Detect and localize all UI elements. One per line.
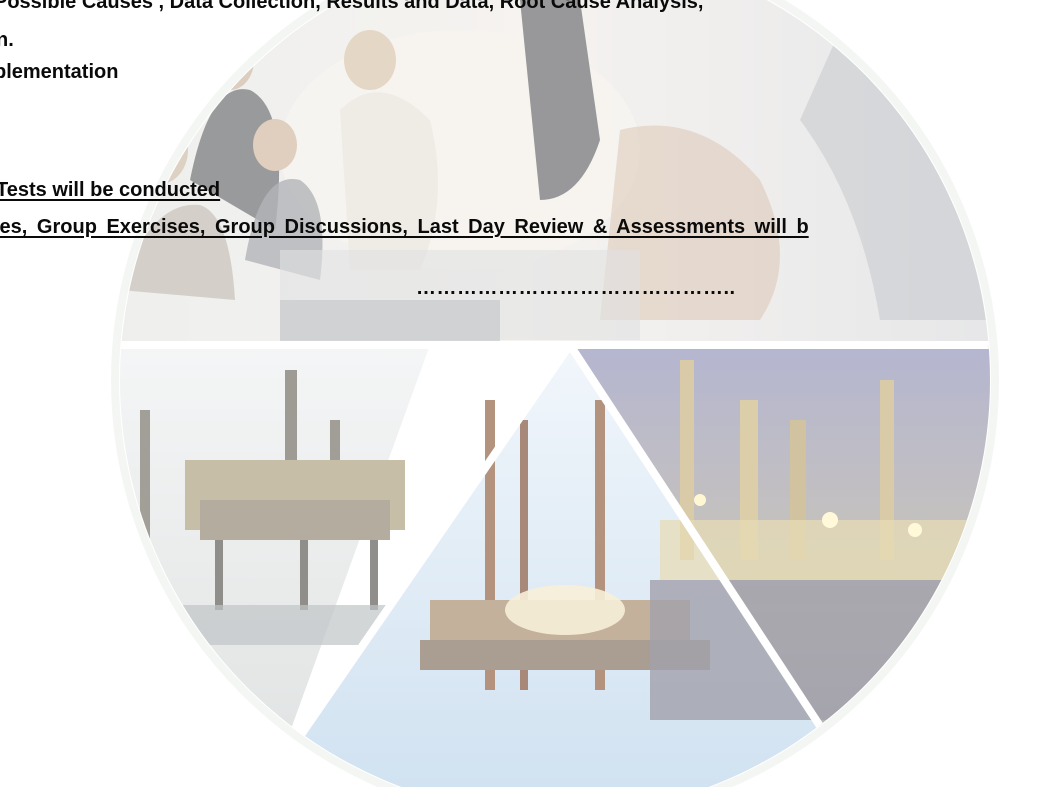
dotted-separator: ……………………………………….. bbox=[416, 277, 736, 299]
text-line-causes: Possible Causes , Data Collection, Resul… bbox=[0, 0, 704, 13]
text-line-exercises: ies, Group Exercises, Group Discussions,… bbox=[0, 216, 809, 238]
text-line-implementation: plementation bbox=[0, 61, 119, 83]
text-line-tests: Tests will be conducted bbox=[0, 179, 221, 201]
document-text: Possible Causes , Data Collection, Resul… bbox=[0, 0, 1049, 787]
text-line-n: n. bbox=[0, 29, 14, 51]
